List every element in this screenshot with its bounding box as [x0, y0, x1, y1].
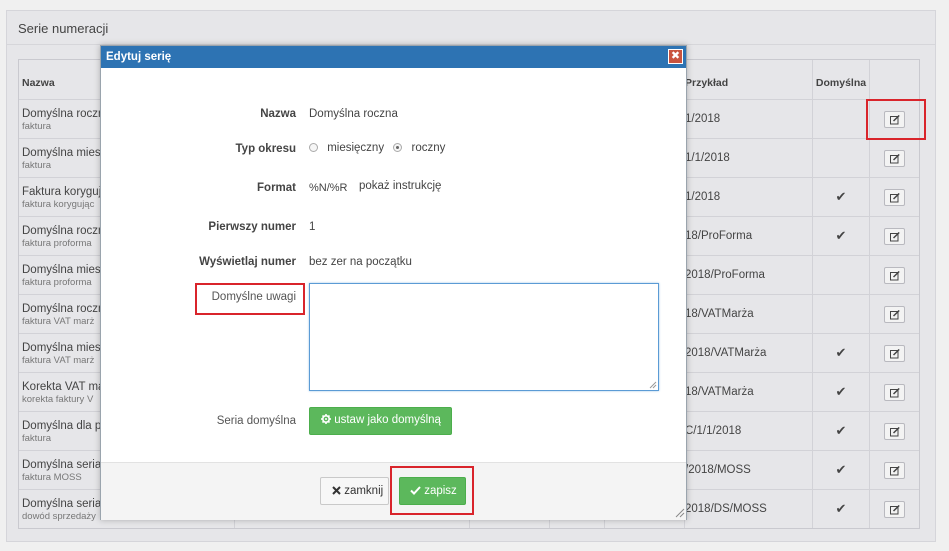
format-value: %N/%R	[309, 182, 348, 194]
series-example: 18/VATMarża	[685, 386, 754, 398]
name-value: Domyślna roczna	[309, 108, 398, 120]
dialog-resize-icon[interactable]	[675, 508, 685, 518]
edit-icon	[890, 271, 900, 281]
check-icon: ✔	[812, 217, 869, 255]
header-default: Domyślna	[812, 60, 869, 99]
check-icon	[812, 256, 869, 294]
actions-cell	[869, 451, 920, 489]
check-icon: ✔	[812, 451, 869, 489]
check-icon	[812, 139, 869, 177]
series-example: 2018/VATMarża	[685, 347, 767, 359]
close-button[interactable]: zamknij	[320, 477, 389, 505]
radio-monthly[interactable]	[309, 143, 318, 152]
check-icon: ✔	[812, 334, 869, 372]
radio-yearly[interactable]	[393, 143, 403, 152]
gear-icon	[321, 414, 331, 424]
edit-icon	[890, 388, 900, 398]
series-example: 2018/DS/MOSS	[685, 503, 767, 515]
series-example: 18/VATMarża	[685, 308, 754, 320]
edit-icon	[890, 232, 900, 242]
series-example: 1/1/2018	[685, 152, 730, 164]
edit-icon	[890, 154, 900, 164]
edit-icon	[890, 310, 900, 320]
x-icon	[332, 486, 341, 495]
series-example: 1/2018	[685, 191, 721, 203]
highlight-save-button	[390, 466, 474, 515]
edit-button[interactable]	[884, 228, 905, 245]
check-icon	[812, 295, 869, 333]
dialog-title: Edytuj serię	[106, 51, 172, 63]
series-example: C/1/1/2018	[685, 425, 742, 437]
header-actions	[869, 60, 920, 99]
edit-button[interactable]	[884, 150, 905, 167]
highlight-edit-button	[866, 99, 926, 140]
first-number-label: Pierwszy numer	[208, 221, 296, 233]
close-button-label: zamknij	[344, 485, 384, 497]
edit-button[interactable]	[884, 423, 905, 440]
header-example: Przykład	[685, 77, 729, 89]
edit-icon	[890, 193, 900, 203]
actions-cell	[869, 490, 920, 528]
edit-button[interactable]	[884, 189, 905, 206]
series-example: 2018/ProForma	[685, 269, 765, 281]
name-label: Nazwa	[260, 108, 296, 120]
actions-cell	[869, 256, 920, 294]
edit-icon	[890, 466, 900, 476]
edit-series-dialog: Edytuj serię ✖ Nazwa Domyślna roczna Typ…	[100, 45, 687, 520]
series-example: /2018/MOSS	[685, 464, 751, 476]
series-example: 18/ProForma	[685, 230, 753, 242]
actions-cell	[869, 217, 920, 255]
set-default-button-label: ustaw jako domyślną	[334, 414, 441, 426]
actions-cell	[869, 412, 920, 450]
check-icon	[812, 100, 869, 138]
actions-cell	[869, 178, 920, 216]
set-default-button[interactable]: ustaw jako domyślną	[309, 407, 452, 435]
edit-button[interactable]	[884, 462, 905, 479]
default-series-label: Seria domyślna	[216, 415, 296, 427]
period-type-label: Typ okresu	[235, 143, 297, 155]
edit-icon	[890, 427, 900, 437]
edit-button[interactable]	[884, 267, 905, 284]
format-label: Format	[257, 182, 296, 194]
panel-title: Serie numeracji	[18, 21, 109, 36]
display-number-value: bez zer na początku	[309, 256, 412, 268]
series-example: 1/2018	[685, 113, 721, 125]
edit-icon	[890, 349, 900, 359]
edit-button[interactable]	[884, 306, 905, 323]
check-icon: ✔	[812, 490, 869, 528]
close-icon[interactable]: ✖	[668, 49, 683, 64]
period-type-radio-group: miesięczny roczny	[309, 142, 445, 154]
check-icon: ✔	[812, 178, 869, 216]
dialog-title-bar[interactable]: Edytuj serię ✖	[101, 46, 686, 68]
edit-icon	[890, 505, 900, 515]
first-number-value: 1	[309, 221, 316, 233]
edit-button[interactable]	[884, 345, 905, 362]
edit-button[interactable]	[884, 384, 905, 401]
resize-grip-icon[interactable]	[649, 381, 657, 389]
check-icon: ✔	[812, 373, 869, 411]
actions-cell	[869, 139, 920, 177]
actions-cell	[869, 334, 920, 372]
highlight-notes-label	[195, 283, 305, 315]
radio-monthly-label[interactable]: miesięczny	[327, 142, 384, 154]
format-instructions-link[interactable]: pokaż instrukcję	[359, 180, 441, 192]
edit-button[interactable]	[884, 501, 905, 518]
radio-yearly-label[interactable]: roczny	[412, 142, 446, 154]
display-number-label: Wyświetlaj numer	[199, 256, 296, 268]
default-notes-textarea[interactable]	[309, 283, 659, 391]
check-icon: ✔	[812, 412, 869, 450]
actions-cell	[869, 373, 920, 411]
actions-cell	[869, 295, 920, 333]
